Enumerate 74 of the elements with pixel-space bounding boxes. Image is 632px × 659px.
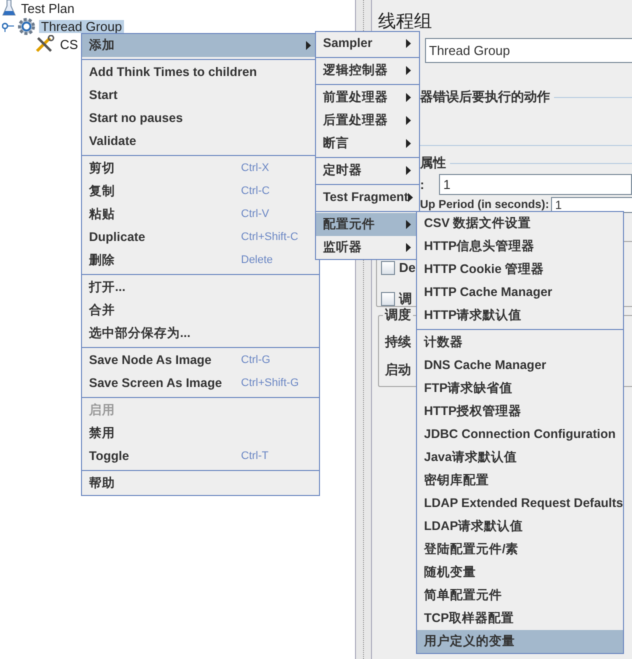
menu-item[interactable]: 用户定义的变量 [417,630,623,653]
menu-item[interactable]: HTTP授权管理器 [417,400,623,423]
field-label: : [420,176,426,192]
menu-item[interactable]: 定时器 [316,159,419,182]
menu-item[interactable]: Start [82,84,319,107]
menu-item[interactable]: 删除 Delete [82,249,319,272]
menu-item[interactable]: LDAP请求默认值 [417,515,623,538]
threads-field[interactable]: 1 [439,174,632,195]
menu-item[interactable]: HTTP Cookie 管理器 [417,258,623,281]
panel-title: 线程组 [377,10,433,32]
menu-item[interactable]: 断言 [316,132,419,155]
menu-item[interactable]: FTP请求缺省值 [417,377,623,400]
menu-item[interactable]: 禁用 [82,422,319,445]
field-label: 启动 [385,361,411,379]
menu-item[interactable]: HTTP信息头管理器 [417,235,623,258]
shortcut-text: Ctrl-G [241,353,272,368]
menu-item[interactable]: 粘贴 Ctrl-V [82,203,319,226]
menu-item[interactable]: 逻辑控制器 [316,59,419,82]
gear-icon [17,16,36,36]
tree-node[interactable]: CS [58,38,80,50]
menu-item[interactable]: Sampler [316,32,419,55]
field-label: 持续 [385,333,411,351]
menu-item[interactable]: 登陆配置元件/素 [417,538,623,561]
menu-item[interactable]: Test Fragment [316,186,419,209]
menu-item[interactable]: 合并 [82,299,319,322]
menu-item[interactable]: 复制 Ctrl-C [82,180,319,203]
checkbox[interactable] [381,292,395,306]
menu-item[interactable]: Add Think Times to children [82,61,319,84]
menu-item[interactable]: TCP取样器配置 [417,607,623,630]
shortcut-text: Ctrl+Shift-G [241,376,300,392]
menu-item[interactable]: 前置处理器 [316,86,419,109]
menu-item[interactable]: Start no pauses [82,107,319,130]
menu-item[interactable]: Validate [82,130,319,153]
menu-item[interactable]: Save Node As Image Ctrl-G [82,349,319,372]
tree-node[interactable]: Thread Group [39,20,124,32]
tree-node[interactable]: Test Plan [19,2,76,14]
tree-handle-icon [2,20,14,32]
shortcut-text: Ctrl+Shift-C [241,230,300,246]
menu-item[interactable]: LDAP Extended Request Defaults [417,492,623,515]
menu-item[interactable]: 帮助 [82,472,319,495]
field-label: Up Period (in seconds): [420,198,550,212]
shortcut-text: Ctrl-V [241,207,270,222]
shortcut-text: Ctrl-T [241,449,270,464]
shortcut-text: Delete [241,253,274,268]
menu-item[interactable]: CSV 数据文件设置 [417,212,623,235]
menu-item[interactable]: HTTP Cache Manager [417,281,623,304]
menu-item[interactable]: 配置元件 [316,213,419,236]
shortcut-text: Ctrl-C [241,184,271,200]
menu-item[interactable]: 后置处理器 [316,109,419,132]
tools-icon [35,35,55,53]
flask-icon [2,0,16,17]
menu-item[interactable]: Duplicate Ctrl+Shift-C [82,226,319,249]
section-legend: 器错误后要执行的动作 [420,89,550,105]
menu-item[interactable]: 计数器 [417,331,623,354]
shortcut-text: Ctrl-X [241,161,270,176]
menu-item[interactable]: HTTP请求默认值 [417,304,623,327]
menu-item[interactable]: 剪切 Ctrl-X [82,157,319,180]
menu-item[interactable]: Toggle Ctrl-T [82,445,319,468]
menu-item[interactable]: 选中部分保存为... [82,322,319,345]
menu-item[interactable]: 监听器 [316,236,419,259]
menu-item[interactable]: Save Screen As Image Ctrl+Shift-G [82,372,319,395]
checkbox[interactable] [381,260,395,274]
menu-item[interactable]: 随机变量 [417,561,623,584]
menu-item[interactable]: DNS Cache Manager [417,354,623,377]
menu-item[interactable]: Java请求默认值 [417,446,623,469]
menu-item[interactable]: 简单配置元件 [417,584,623,607]
menu-item[interactable]: 密钥库配置 [417,469,623,492]
menu-item[interactable]: 打开... [82,276,319,299]
checkbox-label: De [399,260,416,276]
name-field[interactable]: Thread Group [425,38,632,63]
menu-item[interactable]: JDBC Connection Configuration [417,423,623,446]
checkbox-label: 调 [399,290,412,306]
section-legend: 属性 [420,155,446,171]
section-legend: 调度 [383,307,413,323]
